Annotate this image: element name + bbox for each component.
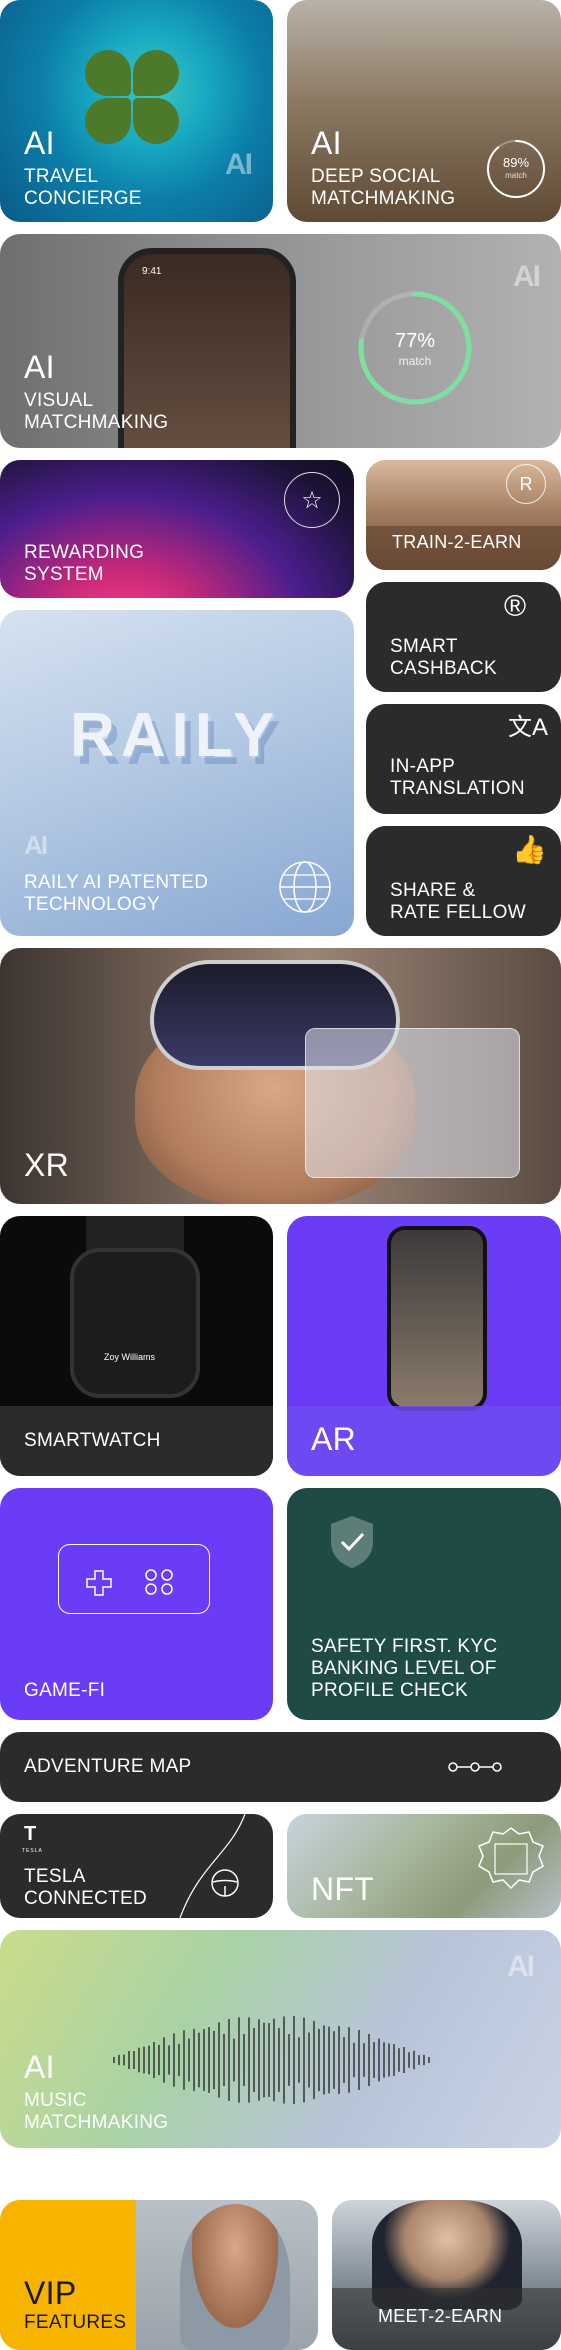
card-title: AR xyxy=(311,1421,357,1457)
shield-check-icon xyxy=(331,1516,373,1568)
card-title-line1: SAFETY FIRST. KYC xyxy=(311,1636,498,1657)
r-coin-icon: R xyxy=(506,464,546,504)
card-ai-travel-concierge[interactable]: AI AI TRAVEL CONCIERGE xyxy=(0,0,273,222)
card-title-line3: PROFILE CHECK xyxy=(311,1680,468,1701)
card-title-line2: CONNECTED xyxy=(24,1888,148,1909)
cashback-hand-icon: ® xyxy=(504,590,527,623)
card-title: SMARTWATCH xyxy=(24,1430,161,1451)
card-smartwatch[interactable]: Zoy Williams SMARTWATCH xyxy=(0,1216,273,1476)
raily-wordmark: RAILY xyxy=(70,701,281,770)
ai-logo-icon: AI xyxy=(513,260,541,293)
tesla-brand: TESLA xyxy=(22,1848,43,1854)
card-ai-visual-matchmaking[interactable]: 9:41 AI 77% match AI VISUAL MATCHMAKING xyxy=(0,234,561,448)
card-ai-prefix: AI xyxy=(24,125,55,161)
card-title-line1: MUSIC xyxy=(24,2090,87,2111)
card-ai-deep-social-matchmaking[interactable]: AI DEEP SOCIAL MATCHMAKING 89% match xyxy=(287,0,561,222)
card-title-line2: RATE FELLOW xyxy=(390,902,526,923)
watch-band xyxy=(86,1216,184,1252)
card-smart-cashback[interactable]: ® SMART CASHBACK xyxy=(366,582,561,692)
phone-ar-image xyxy=(387,1226,487,1411)
card-ai-music-matchmaking[interactable]: AI AI MUSIC MATCHMAKING xyxy=(0,1930,561,2148)
charging-cable xyxy=(179,1814,246,1918)
card-title-line2: CONCIERGE xyxy=(24,188,142,209)
nft-frame-icon xyxy=(478,1827,544,1890)
card-title: MEET-2-EARN xyxy=(378,2306,503,2326)
card-vip-features[interactable]: VIP FEATURES xyxy=(0,2200,318,2350)
island-image xyxy=(85,50,185,150)
card-title-line1: SHARE & xyxy=(390,880,476,901)
ai-logo-icon: AI xyxy=(24,830,48,860)
card-raily-ai-patented-technology[interactable]: RAILY AI RAILY AI PATENTED TECHNOLOGY xyxy=(0,610,354,936)
card-title-line2: TRANSLATION xyxy=(390,778,525,799)
card-tesla-connected[interactable]: T TESLA TESLA CONNECTED xyxy=(0,1814,273,1918)
card-rewarding-system[interactable]: ☆ REWARDING SYSTEM xyxy=(0,460,354,598)
watch-user-name: Zoy Williams xyxy=(104,1352,155,1362)
match-label: match xyxy=(505,171,527,180)
thumbs-up-icon: 👍 xyxy=(512,834,547,865)
card-title: NFT xyxy=(311,1871,375,1907)
card-title-line1: TRAVEL xyxy=(24,166,99,187)
globe-icon xyxy=(279,861,331,913)
match-percent: 77% xyxy=(394,330,436,352)
card-title-line2: FEATURES xyxy=(24,2312,127,2333)
card-title-line2: CASHBACK xyxy=(390,658,497,679)
ai-logo-icon: AI xyxy=(225,148,253,181)
card-game-fi[interactable]: GAME-FI xyxy=(0,1488,273,1720)
card-title: XR xyxy=(24,1147,70,1183)
card-title-line2: TECHNOLOGY xyxy=(24,894,161,915)
card-title-line2: MATCHMAKING xyxy=(24,412,169,433)
card-xr[interactable]: XR xyxy=(0,948,561,1204)
card-ai-prefix: AI xyxy=(24,2049,55,2085)
translate-icon: 文A xyxy=(508,714,549,741)
card-title-line1: IN-APP xyxy=(390,756,456,777)
card-in-app-translation[interactable]: 文A IN-APP TRANSLATION xyxy=(366,704,561,814)
smartwatch-image: Zoy Williams xyxy=(70,1248,200,1398)
card-meet-2-earn[interactable]: MEET-2-EARN xyxy=(332,2200,561,2350)
card-adventure-map[interactable]: ADVENTURE MAP xyxy=(0,1732,561,1802)
card-ai-prefix: AI xyxy=(24,349,55,385)
card-title-line2: BANKING LEVEL OF xyxy=(311,1658,497,1679)
card-ai-prefix: AI xyxy=(311,125,342,161)
card-title-line1: DEEP SOCIAL xyxy=(311,166,441,187)
match-label: match xyxy=(398,354,432,368)
card-title-line1: VIP xyxy=(24,2275,77,2311)
ai-logo-icon: AI xyxy=(507,1950,535,1983)
card-nft[interactable]: NFT xyxy=(287,1814,561,1918)
star-icon: ☆ xyxy=(284,472,340,528)
gamepad-icon xyxy=(58,1544,210,1614)
route-dots-icon xyxy=(448,1762,502,1772)
card-title-line2: MATCHMAKING xyxy=(24,2112,169,2133)
card-ar[interactable]: AR xyxy=(287,1216,561,1476)
match-percent: 89% xyxy=(502,155,530,170)
smiling-woman-image xyxy=(180,2204,290,2350)
floating-chat-panel xyxy=(305,1028,520,1178)
card-safety-first-kyc[interactable]: SAFETY FIRST. KYC BANKING LEVEL OF PROFI… xyxy=(287,1488,561,1720)
card-title-line1: TESLA xyxy=(24,1866,86,1887)
card-train-2-earn[interactable]: R TRAIN-2-EARN xyxy=(366,460,561,570)
card-title-line2: SYSTEM xyxy=(24,564,104,585)
card-title-line1: RAILY AI PATENTED xyxy=(24,872,209,893)
card-title-line2: MATCHMAKING xyxy=(311,188,456,209)
card-title-line1: VISUAL xyxy=(24,390,94,411)
card-title-line1: REWARDING xyxy=(24,542,145,563)
card-title: ADVENTURE MAP xyxy=(24,1756,192,1777)
card-title-line1: SMART xyxy=(390,636,458,657)
sound-wave-icon xyxy=(113,2016,430,2104)
card-share-rate-fellow[interactable]: 👍 SHARE & RATE FELLOW xyxy=(366,826,561,936)
card-title: GAME-FI xyxy=(24,1680,106,1701)
tesla-logo-icon: T xyxy=(24,1823,37,1845)
card-title: TRAIN-2-EARN xyxy=(392,532,522,552)
steering-wheel-icon xyxy=(211,1869,239,1897)
phone-time: 9:41 xyxy=(142,266,162,277)
